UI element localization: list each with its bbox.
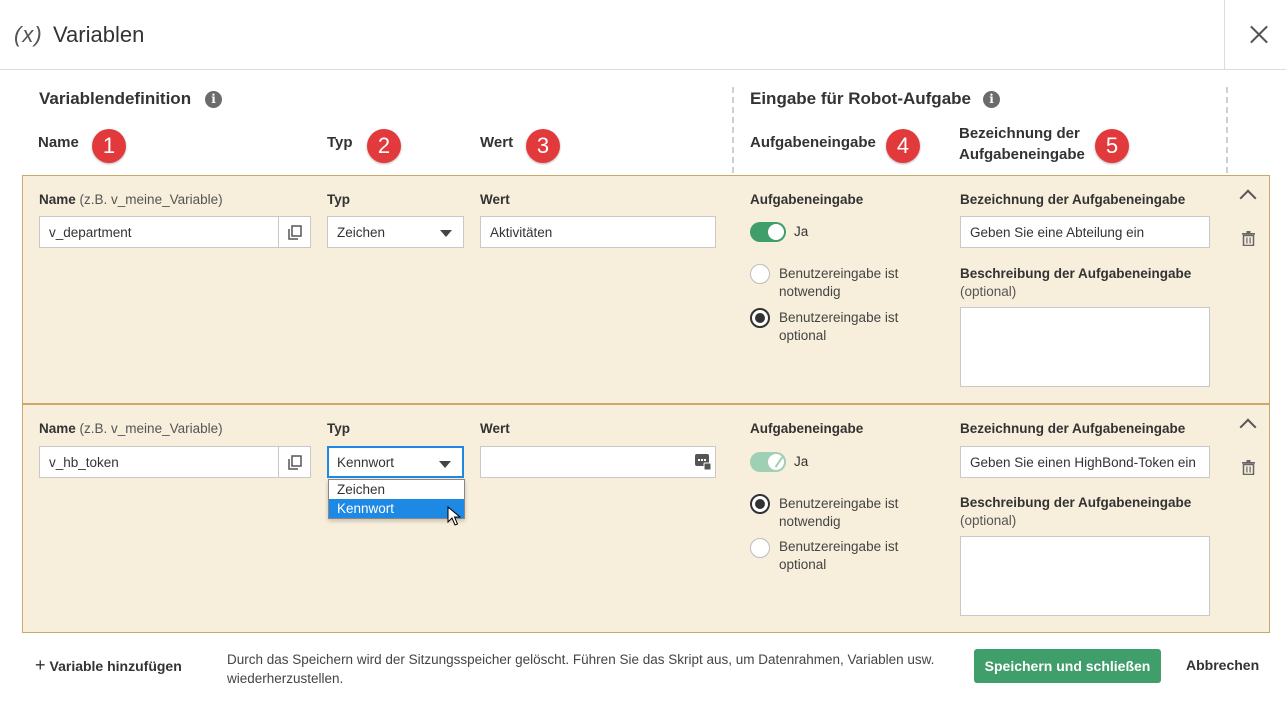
callout-badge-4: 4 xyxy=(886,129,920,163)
dialog-header: (x) Variablen xyxy=(0,0,1286,70)
callout-badge-5: 5 xyxy=(1095,129,1129,163)
radio-required-label: Benutzereingabe ist notwendig xyxy=(779,266,899,299)
copy-icon[interactable] xyxy=(278,216,311,248)
value-input[interactable]: Aktivitäten xyxy=(480,216,716,248)
column-header-type: Typ xyxy=(327,134,353,151)
task-label-heading: Bezeichnung der Aufgabeneingabe xyxy=(960,192,1186,207)
variable-row: Name (z.B. v_meine_Variable) v_departmen… xyxy=(22,175,1270,404)
task-input-label: Aufgabeneingabe xyxy=(750,192,864,207)
dropdown-option-zeichen[interactable]: Zeichen xyxy=(329,480,464,499)
delete-trash-icon[interactable] xyxy=(1242,231,1255,246)
robot-input-title: Eingabe für Robot-Aufgabe xyxy=(750,89,971,108)
variable-icon: (x) xyxy=(14,22,43,47)
column-header-name: Name xyxy=(38,134,79,151)
column-header-task-input-label: Bezeichnung der Aufgabeneingabe xyxy=(959,125,1085,163)
add-variable-button[interactable]: + Variable hinzufügen xyxy=(35,655,182,676)
dialog-title: Variablen xyxy=(53,22,145,47)
callout-badge-3: 3 xyxy=(526,129,560,163)
dropdown-option-kennwort[interactable]: Kennwort xyxy=(329,499,464,518)
name-label: Name (z.B. v_meine_Variable) xyxy=(39,192,223,207)
close-icon[interactable] xyxy=(1244,20,1274,50)
chevron-down-icon xyxy=(440,230,452,237)
radio-optional[interactable] xyxy=(750,538,770,558)
column-header-value: Wert xyxy=(480,134,514,151)
collapse-chevron-up-icon[interactable] xyxy=(1239,418,1257,436)
disabled-slash-icon xyxy=(774,456,784,468)
callout-badge-1: 1 xyxy=(92,129,126,163)
value-label: Wert xyxy=(480,192,510,207)
save-and-close-button[interactable]: Speichern und schließen xyxy=(974,649,1161,683)
toggle-label: Ja xyxy=(794,454,809,469)
type-select[interactable]: Kennwort xyxy=(327,446,464,478)
description-textarea[interactable] xyxy=(960,536,1210,616)
chevron-down-icon xyxy=(439,461,451,468)
info-icon[interactable]: i xyxy=(983,91,1000,108)
radio-required-label: Benutzereingabe ist notwendig xyxy=(779,496,899,529)
name-label: Name (z.B. v_meine_Variable) xyxy=(39,421,223,436)
task-input-toggle[interactable] xyxy=(750,452,786,472)
type-dropdown: Zeichen Kennwort xyxy=(328,479,465,519)
save-note: Durch das Speichern wird der Sitzungsspe… xyxy=(227,652,935,686)
info-icon[interactable]: i xyxy=(205,91,222,108)
description-textarea[interactable] xyxy=(960,307,1210,387)
radio-required[interactable] xyxy=(750,264,770,284)
dialog-footer: + Variable hinzufügen Durch das Speichern… xyxy=(0,633,1286,706)
radio-optional-label: Benutzereingabe ist optional xyxy=(779,539,899,572)
type-label: Typ xyxy=(327,421,350,436)
toggle-label: Ja xyxy=(794,224,809,239)
collapse-chevron-up-icon[interactable] xyxy=(1239,189,1257,207)
value-label: Wert xyxy=(480,421,510,436)
task-label-input[interactable]: Geben Sie einen HighBond-Token ein xyxy=(960,446,1210,478)
name-input[interactable]: v_hb_token xyxy=(39,446,279,478)
copy-icon[interactable] xyxy=(278,446,311,478)
delete-trash-icon[interactable] xyxy=(1242,460,1255,475)
description-heading: Beschreibung der Aufgabeneingabe (optiona… xyxy=(960,495,1192,528)
value-password-input[interactable] xyxy=(480,446,716,478)
variable-definition-title: Variablendefinition xyxy=(39,89,192,108)
radio-optional-label: Benutzereingabe ist optional xyxy=(779,310,899,343)
task-input-toggle[interactable] xyxy=(750,222,786,242)
mouse-cursor-icon xyxy=(447,506,461,526)
type-label: Typ xyxy=(327,192,350,207)
callout-badge-2: 2 xyxy=(367,129,401,163)
task-input-label: Aufgabeneingabe xyxy=(750,421,864,436)
radio-optional[interactable] xyxy=(750,308,770,328)
radio-required[interactable] xyxy=(750,494,770,514)
task-label-heading: Bezeichnung der Aufgabeneingabe xyxy=(960,421,1186,436)
description-heading: Beschreibung der Aufgabeneingabe (optiona… xyxy=(960,266,1192,299)
password-key-icon[interactable] xyxy=(695,454,711,470)
type-select[interactable]: Zeichen xyxy=(327,216,464,248)
task-label-input[interactable]: Geben Sie eine Abteilung ein xyxy=(960,216,1210,248)
variable-row: Name (z.B. v_meine_Variable) v_hb_token … xyxy=(22,404,1270,633)
name-input[interactable]: v_department xyxy=(39,216,279,248)
header-divider xyxy=(1224,0,1225,69)
plus-icon: + xyxy=(35,655,46,675)
cancel-button[interactable]: Abbrechen xyxy=(1186,657,1259,673)
column-header-task-input: Aufgabeneingabe xyxy=(750,134,876,151)
